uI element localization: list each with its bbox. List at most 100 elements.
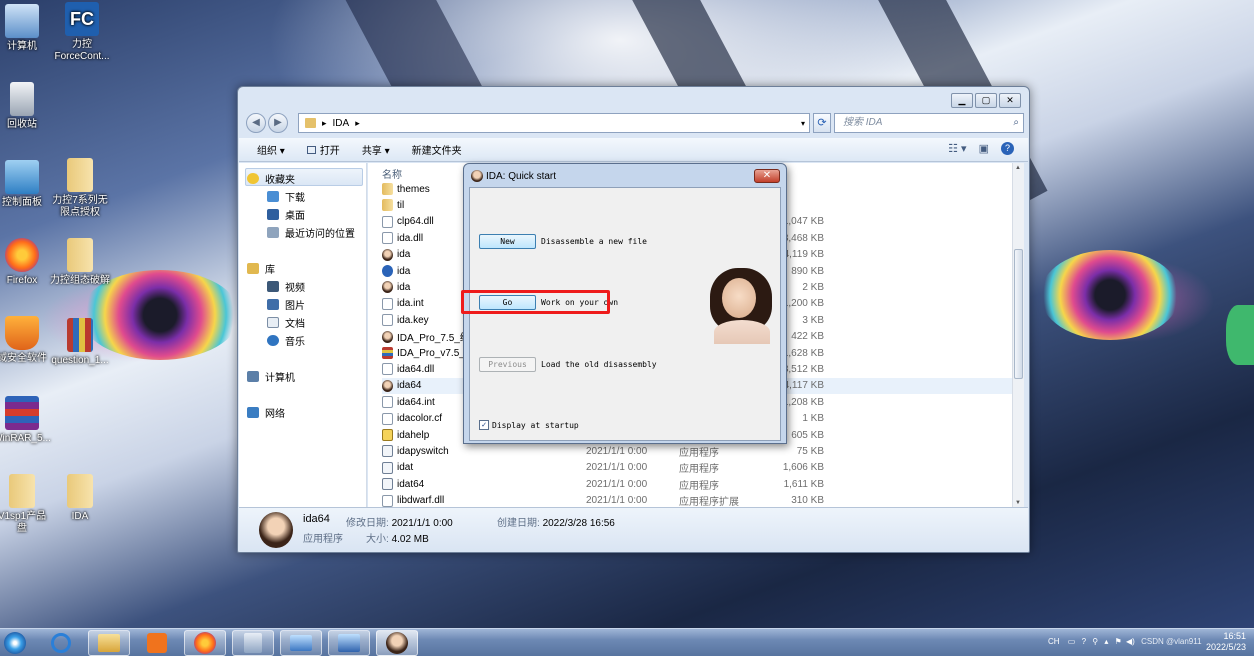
taskbar-app[interactable] (232, 630, 274, 656)
previous-button[interactable]: Previous (479, 357, 536, 372)
forcecontrol-icon: FC (65, 2, 99, 36)
folder-icon (9, 474, 35, 508)
breadcrumb-item[interactable]: IDA (333, 118, 350, 129)
nav-desktop[interactable]: 桌面 (267, 207, 305, 222)
nav-label: 网络 (265, 409, 285, 420)
new-button[interactable]: New (479, 234, 536, 249)
chevron-down-icon[interactable]: ▾ (801, 119, 805, 128)
close-window-button[interactable]: ✕ (999, 93, 1021, 108)
nav-computer[interactable]: 计算机 (247, 369, 295, 384)
nav-network[interactable]: 网络 (247, 405, 285, 420)
taskbar-ie[interactable] (40, 630, 82, 656)
nav-libraries[interactable]: 库 (247, 261, 275, 276)
details-created-value: 2022/3/28 16:56 (542, 518, 615, 529)
help-icon[interactable]: ? (1082, 637, 1086, 646)
desktop-icon-label: WinRAR_5... (0, 433, 51, 444)
minimize-button[interactable]: ▁ (951, 93, 973, 108)
file-size: 75 KB (796, 445, 824, 457)
maximize-button[interactable]: ▢ (975, 93, 997, 108)
desktop-icon-recycle-bin[interactable]: 回收站 (0, 82, 58, 131)
caption-buttons: ▁ ▢ ✕ (949, 93, 1021, 108)
scroll-down-icon[interactable]: ▼ (1015, 500, 1021, 506)
clock[interactable]: 16:51 2022/5/23 (1206, 631, 1246, 653)
shield-icon (5, 316, 39, 350)
desktop-icon-label: 域安全软件 (0, 353, 47, 364)
nav-label: 图片 (285, 301, 305, 312)
search-input[interactable]: 搜索 IDA ⌕ (834, 113, 1024, 133)
file-date: 2021/1/1 0:00 (586, 462, 648, 474)
previous-description: Load the old disassembly (541, 360, 657, 369)
desktop-icon-label: 回收站 (7, 119, 37, 130)
ida-icon (382, 330, 393, 343)
open-button[interactable]: 打开 (306, 142, 340, 157)
taskbar-remote-desktop[interactable] (280, 630, 322, 656)
nav-pictures[interactable]: 图片 (267, 297, 305, 312)
taskbar-explorer[interactable] (88, 630, 130, 656)
taskbar-firefox[interactable] (184, 630, 226, 656)
organize-button[interactable]: 组织 ▾ (257, 142, 285, 157)
address-bar[interactable]: ▸ IDA ▸ ▾ (298, 113, 810, 133)
nav-recent-places[interactable]: 最近访问的位置 (267, 225, 355, 240)
volume-icon[interactable]: ◀) (1126, 637, 1135, 646)
taskbar-forcecontrol[interactable] (328, 630, 370, 656)
preview-pane-icon[interactable]: ▣ (979, 142, 989, 155)
nav-label: 视频 (285, 283, 305, 294)
column-header-name[interactable]: 名称 (382, 166, 402, 181)
desktop-icon-forcecontrol[interactable]: FC 力控 ForceCont... (46, 2, 118, 63)
file-size: 310 KB (791, 495, 824, 507)
vertical-scrollbar[interactable]: ▲ ▼ (1012, 163, 1024, 508)
help-icon (382, 265, 393, 277)
desktop-icon-folder[interactable]: 力控组态破解 (44, 238, 116, 287)
view-options-icon[interactable]: ☷ ▾ (948, 142, 966, 155)
file-type: 应用程序扩展 (679, 497, 739, 508)
file-row[interactable]: idat 2021/1/1 0:00 应用程序 1,606 KB (382, 460, 1012, 476)
folder-icon (382, 199, 393, 212)
file-size: 1,611 KB (783, 478, 824, 490)
ida-icon (382, 248, 393, 261)
desktop-icon-ida-folder[interactable]: IDA (44, 474, 116, 523)
taskbar-media-player[interactable] (136, 630, 178, 656)
refresh-button[interactable]: ⟳ (813, 113, 831, 133)
start-button[interactable] (0, 630, 30, 656)
file-row[interactable]: idapyswitch 2021/1/1 0:00 应用程序 75 KB (382, 443, 1012, 459)
archive-icon (67, 318, 93, 352)
file-icon (382, 396, 393, 409)
file-row[interactable]: libdwarf.dll 2021/1/1 0:00 应用程序扩展 310 KB (382, 493, 1012, 508)
star-icon (247, 173, 259, 184)
nav-downloads[interactable]: 下载 (267, 189, 305, 204)
control-panel-icon (5, 160, 39, 194)
desktop-icon-winrar[interactable]: WinRAR_5... (0, 396, 58, 445)
close-button[interactable]: ✕ (754, 169, 780, 183)
network-icon (247, 407, 259, 418)
new-folder-button[interactable]: 新建文件夹 (412, 142, 462, 157)
display-at-startup-checkbox[interactable]: ✓ (479, 420, 489, 430)
desktop-icon-folder[interactable]: 力控7系列无 限点授权 (44, 158, 116, 219)
nav-documents[interactable]: 文档 (267, 315, 305, 330)
help-icon[interactable]: ? (1001, 142, 1014, 155)
dialog-body: New Disassemble a new file Go Work on yo… (469, 187, 781, 441)
scroll-up-icon[interactable]: ▲ (1015, 165, 1021, 171)
taskbar-ida[interactable] (376, 630, 418, 656)
nav-favorites[interactable]: 收藏夹 (247, 171, 295, 186)
input-language[interactable]: CH (1048, 637, 1060, 646)
file-date: 2021/1/1 0:00 (586, 495, 648, 507)
share-button[interactable]: 共享 ▾ (362, 142, 390, 157)
network-icon[interactable]: ⚲ (1092, 637, 1098, 646)
forward-button[interactable]: ▶ (268, 113, 288, 133)
keyboard-icon[interactable]: ▭ (1068, 637, 1076, 646)
back-button[interactable]: ◀ (246, 113, 266, 133)
show-hidden-icons-icon[interactable]: ▴ (1104, 637, 1108, 646)
file-name: idat (397, 462, 414, 474)
navigation-pane: 收藏夹 下载 桌面 最近访问的位置 库 视频 图片 文档 音乐 计算机 网络 (239, 163, 367, 508)
flag-icon[interactable]: ⚑ (1115, 637, 1122, 646)
search-icon[interactable]: ⌕ (1013, 114, 1019, 132)
details-size-value: 4.02 MB (391, 534, 429, 545)
nav-music[interactable]: 音乐 (267, 333, 305, 348)
nav-videos[interactable]: 视频 (267, 279, 305, 294)
scroll-thumb[interactable] (1014, 249, 1023, 379)
file-type: 应用程序 (679, 464, 719, 476)
details-created-label: 创建日期: (497, 518, 540, 529)
file-row[interactable]: idat64 2021/1/1 0:00 应用程序 1,611 KB (382, 476, 1012, 492)
pictures-icon (267, 299, 279, 310)
desktop-icon-archive[interactable]: question_1... (44, 318, 116, 367)
